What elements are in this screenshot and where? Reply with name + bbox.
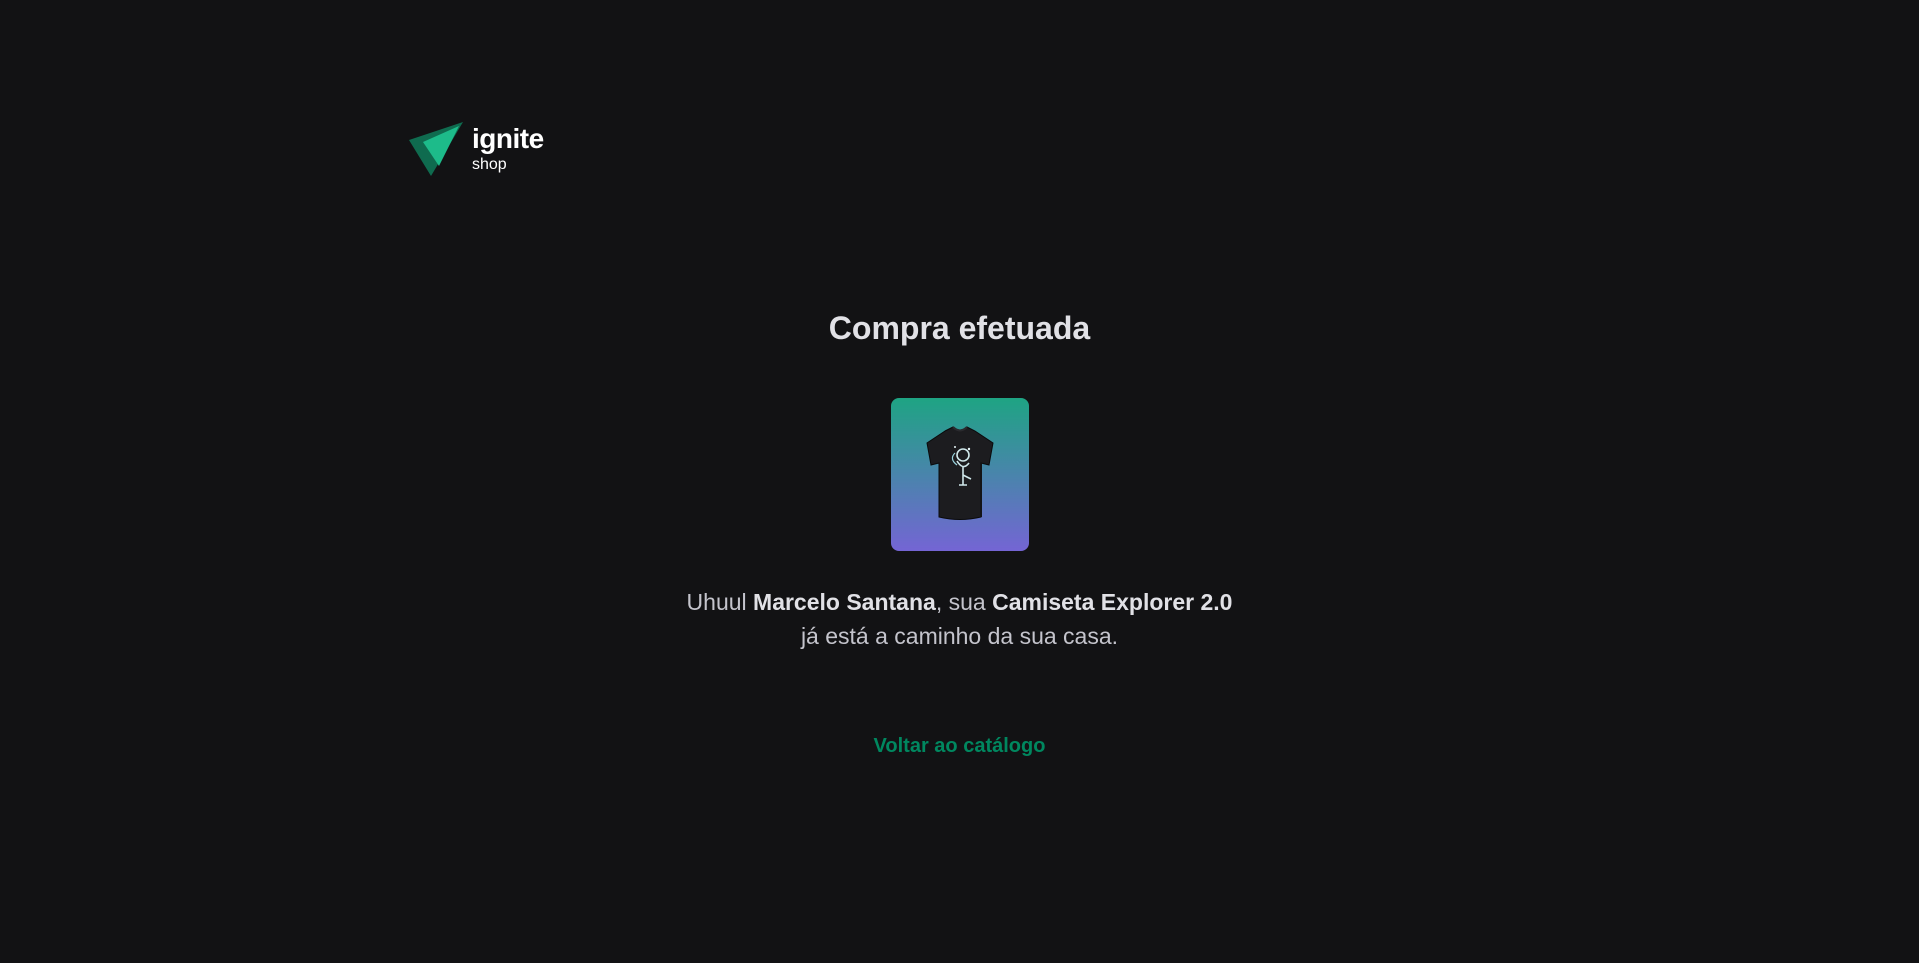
customer-name: Marcelo Santana: [753, 589, 936, 615]
message-suffix: já está a caminho da sua casa.: [800, 623, 1119, 649]
product-name: Camiseta Explorer 2.0: [992, 589, 1233, 615]
message-middle: , sua: [935, 589, 993, 615]
confirmation-message: Uhuul Marcelo Santana, sua Camiseta Expl…: [687, 585, 1233, 653]
success-container: Compra efetuada Uhuul Marcelo Santana, s…: [0, 0, 1919, 758]
product-image: [890, 398, 1029, 551]
tshirt-icon: [925, 425, 994, 520]
page-title: Compra efetuada: [828, 310, 1091, 346]
message-prefix: Uhuul: [686, 589, 754, 615]
back-to-catalog-link[interactable]: Voltar ao catálogo: [874, 735, 1046, 758]
